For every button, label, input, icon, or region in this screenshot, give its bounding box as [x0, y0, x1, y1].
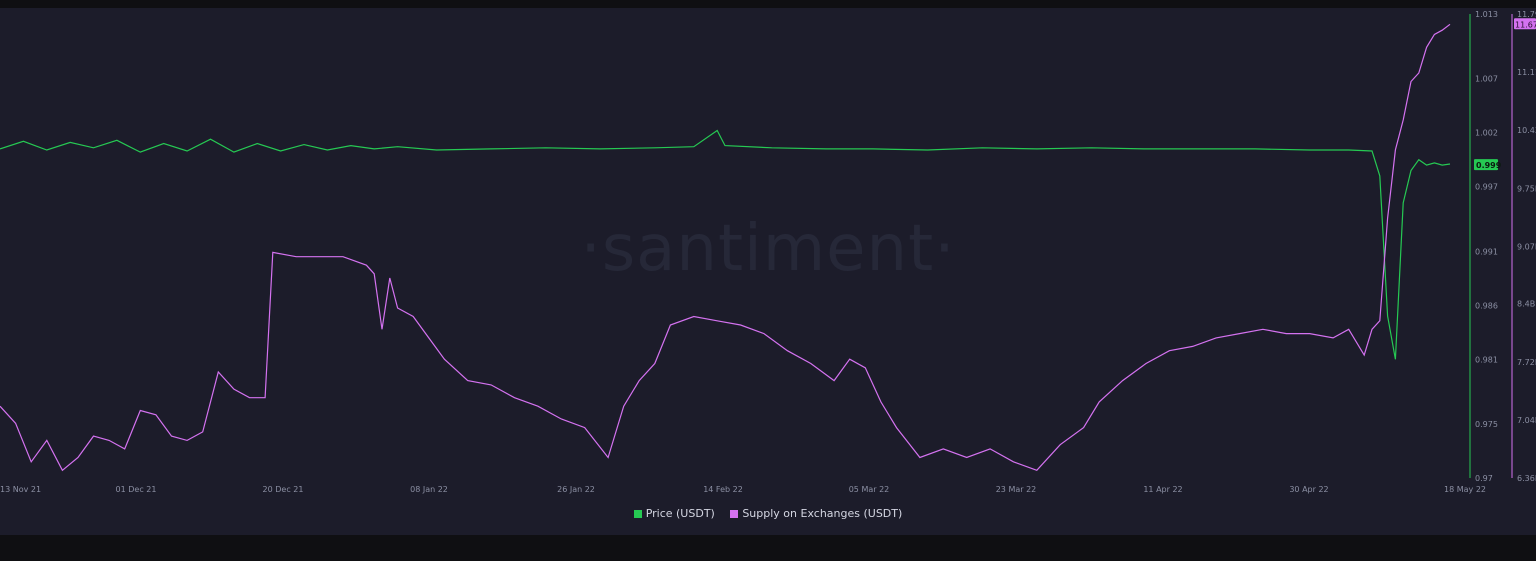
legend-label-price: Price (USDT) [645, 507, 715, 520]
x-tick-label: 30 Apr 22 [1289, 485, 1328, 494]
supply-current-label: 11.67B [1515, 20, 1536, 29]
y-right-tick-label: 7.72B [1517, 358, 1536, 367]
legend-item-price[interactable]: Price (USDT) [633, 507, 715, 520]
x-tick-label: 23 Mar 22 [996, 485, 1037, 494]
x-tick-label: 01 Dec 21 [116, 485, 157, 494]
santiment-watermark: ·santiment· [580, 212, 955, 286]
y-right-tick-label: 7.04B [1517, 416, 1536, 425]
y-right-tick-label: 10.43B [1517, 126, 1536, 135]
x-tick-label: 14 Feb 22 [703, 485, 743, 494]
y-right-tick-label: 9.75B [1517, 184, 1536, 193]
y-right-tick-label: 11.11B [1517, 68, 1536, 77]
x-tick-label: 05 Mar 22 [849, 485, 890, 494]
price-current-label: 0.999 [1476, 161, 1502, 170]
x-tick-label: 18 May 22 [1444, 485, 1486, 494]
y-left-tick-label: 1.007 [1475, 75, 1498, 84]
y-right-tick-label: 6.36B [1517, 474, 1536, 483]
y-right-tick-label: 9.07B [1517, 242, 1536, 251]
y-left-tick-label: 0.986 [1475, 301, 1498, 310]
x-tick-label: 11 Apr 22 [1143, 485, 1182, 494]
y-left-tick-label: 0.991 [1475, 247, 1498, 256]
supply-swatch-icon [730, 509, 739, 518]
y-left-tick-label: 0.975 [1475, 420, 1498, 429]
y-right-tick-label: 8.4B [1517, 300, 1535, 309]
y-left-tick-label: 0.981 [1475, 355, 1498, 364]
price-swatch-icon [633, 509, 642, 518]
x-tick-label: 26 Jan 22 [557, 485, 595, 494]
chart-legend: Price (USDT) Supply on Exchanges (USDT) [0, 507, 1536, 521]
y-left-tick-label: 0.997 [1475, 183, 1498, 192]
legend-item-supply[interactable]: Supply on Exchanges (USDT) [730, 507, 902, 520]
y-left-tick-label: 0.97 [1475, 474, 1493, 483]
chart-panel: ·santiment· 1.013 1.007 1.002 0.997 0.991 0.98… [0, 8, 1536, 535]
y-left-tick-label: 1.002 [1475, 129, 1498, 138]
y-right-tick-label: 11.79B [1517, 10, 1536, 19]
x-tick-label: 20 Dec 21 [263, 485, 304, 494]
y-left-tick-label: 1.013 [1475, 10, 1498, 19]
x-tick-label: 13 Nov 21 [0, 485, 41, 494]
chart-canvas: ·santiment· 1.013 1.007 1.002 0.997 0.991 0.98… [0, 10, 1536, 494]
x-tick-label: 08 Jan 22 [410, 485, 448, 494]
legend-label-supply: Supply on Exchanges (USDT) [742, 507, 903, 520]
